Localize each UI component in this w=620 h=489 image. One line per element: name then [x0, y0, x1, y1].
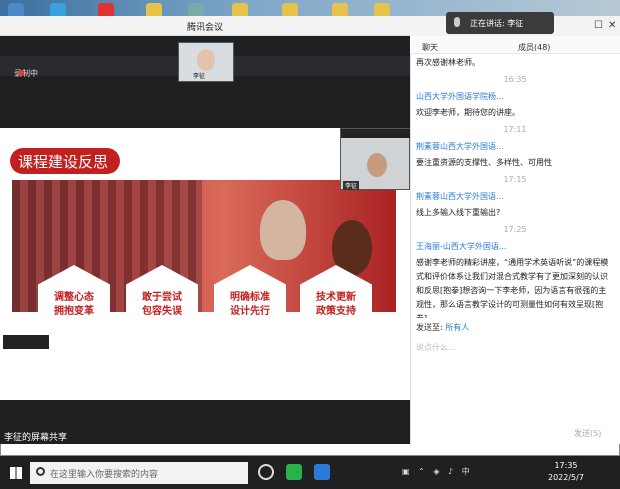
system-tray[interactable]: ▣ ⌃ ◈ ♪ 中: [402, 466, 470, 477]
chat-timestamp: 17:15: [503, 175, 527, 184]
chat-sender: 王海丽-山西大学外国语...: [416, 242, 507, 251]
recording-status[interactable]: 录制中: [14, 68, 38, 79]
chat-sender: 荆素蓉山西大学外国语...: [416, 142, 504, 151]
chat-message: 感谢李老师的精彩讲座，“通用学术英语听说”的课程模式和评价体系让我们对混合式教学…: [416, 258, 609, 318]
maximize-icon[interactable]: ☐: [594, 20, 603, 31]
chat-timestamp: 17:25: [503, 225, 527, 234]
chat-message: 再次感谢林老师。: [416, 58, 480, 67]
speaking-indicator: 正在讲话: 李征: [446, 12, 554, 34]
presenter-name: 李征: [343, 181, 360, 190]
tab-members[interactable]: 成员(48): [518, 42, 550, 53]
slide-title: 课程建设反思: [10, 148, 120, 174]
record-dot-icon: [18, 70, 24, 76]
person-image: [260, 200, 306, 260]
date: 2022/5/7: [548, 473, 584, 482]
chat-header: [410, 36, 620, 54]
time: 17:35: [554, 461, 578, 470]
send-to[interactable]: 发送至: 所有人: [416, 322, 469, 333]
chat-sender: 荆素蓉山西大学外国语...: [416, 192, 504, 201]
send-to-label: 发送至:: [416, 323, 443, 332]
chat-message: 线上多输入线下重输出?: [416, 208, 501, 217]
taskbar-search[interactable]: 在这里输入你要搜索的内容: [30, 462, 248, 484]
participant-video[interactable]: 李征: [178, 42, 234, 82]
mic-icon: [454, 17, 460, 27]
wechat-icon[interactable]: [286, 464, 302, 480]
search-icon: [36, 467, 45, 476]
search-placeholder: 在这里输入你要搜索的内容: [50, 470, 159, 480]
window-title: 腾讯会议: [186, 23, 223, 33]
taskbar: 在这里输入你要搜索的内容 ▣ ⌃ ◈ ♪ 中 17:35 2022/5/7: [0, 456, 620, 489]
clock[interactable]: 17:35 2022/5/7: [548, 460, 584, 484]
close-icon[interactable]: ✕: [608, 20, 616, 31]
tab-chat[interactable]: 聊天: [422, 42, 438, 53]
title-bar: 腾讯会议: [0, 16, 410, 36]
participant-avatar: [197, 49, 215, 71]
presenter-avatar: [367, 153, 387, 177]
tencent-meeting-icon[interactable]: [314, 464, 330, 480]
chat-message: 欢迎李老师，期待您的讲座。: [416, 108, 520, 117]
share-label: 李征的屏幕共享: [4, 433, 68, 443]
chat-messages: 再次感谢林老师。 16:35 山西大学外国语学院杨... 欢迎李老师，期待您的讲座。 1…: [416, 56, 614, 318]
task-view-icon[interactable]: [258, 464, 274, 480]
chat-timestamp: 16:35: [503, 75, 527, 84]
side-panel-toggle[interactable]: [3, 335, 49, 349]
chat-input[interactable]: 说点什么...: [416, 342, 456, 353]
chat-timestamp: 17:11: [503, 125, 527, 134]
chat-message: 要注重资源的支撑性、多样性、可用性: [416, 158, 552, 167]
input-language: 中: [461, 467, 470, 476]
participant-name: 李征: [193, 73, 206, 80]
speaking-text: 正在讲话: 李征: [470, 19, 524, 28]
send-button[interactable]: 发送(S): [574, 428, 601, 439]
send-to-value[interactable]: 所有人: [445, 323, 469, 332]
chat-sender: 山西大学外国语学院杨...: [416, 92, 504, 101]
presenter-video[interactable]: 李征: [340, 128, 411, 190]
presenter-video-bar: [341, 129, 411, 138]
windows-icon[interactable]: [10, 467, 22, 479]
